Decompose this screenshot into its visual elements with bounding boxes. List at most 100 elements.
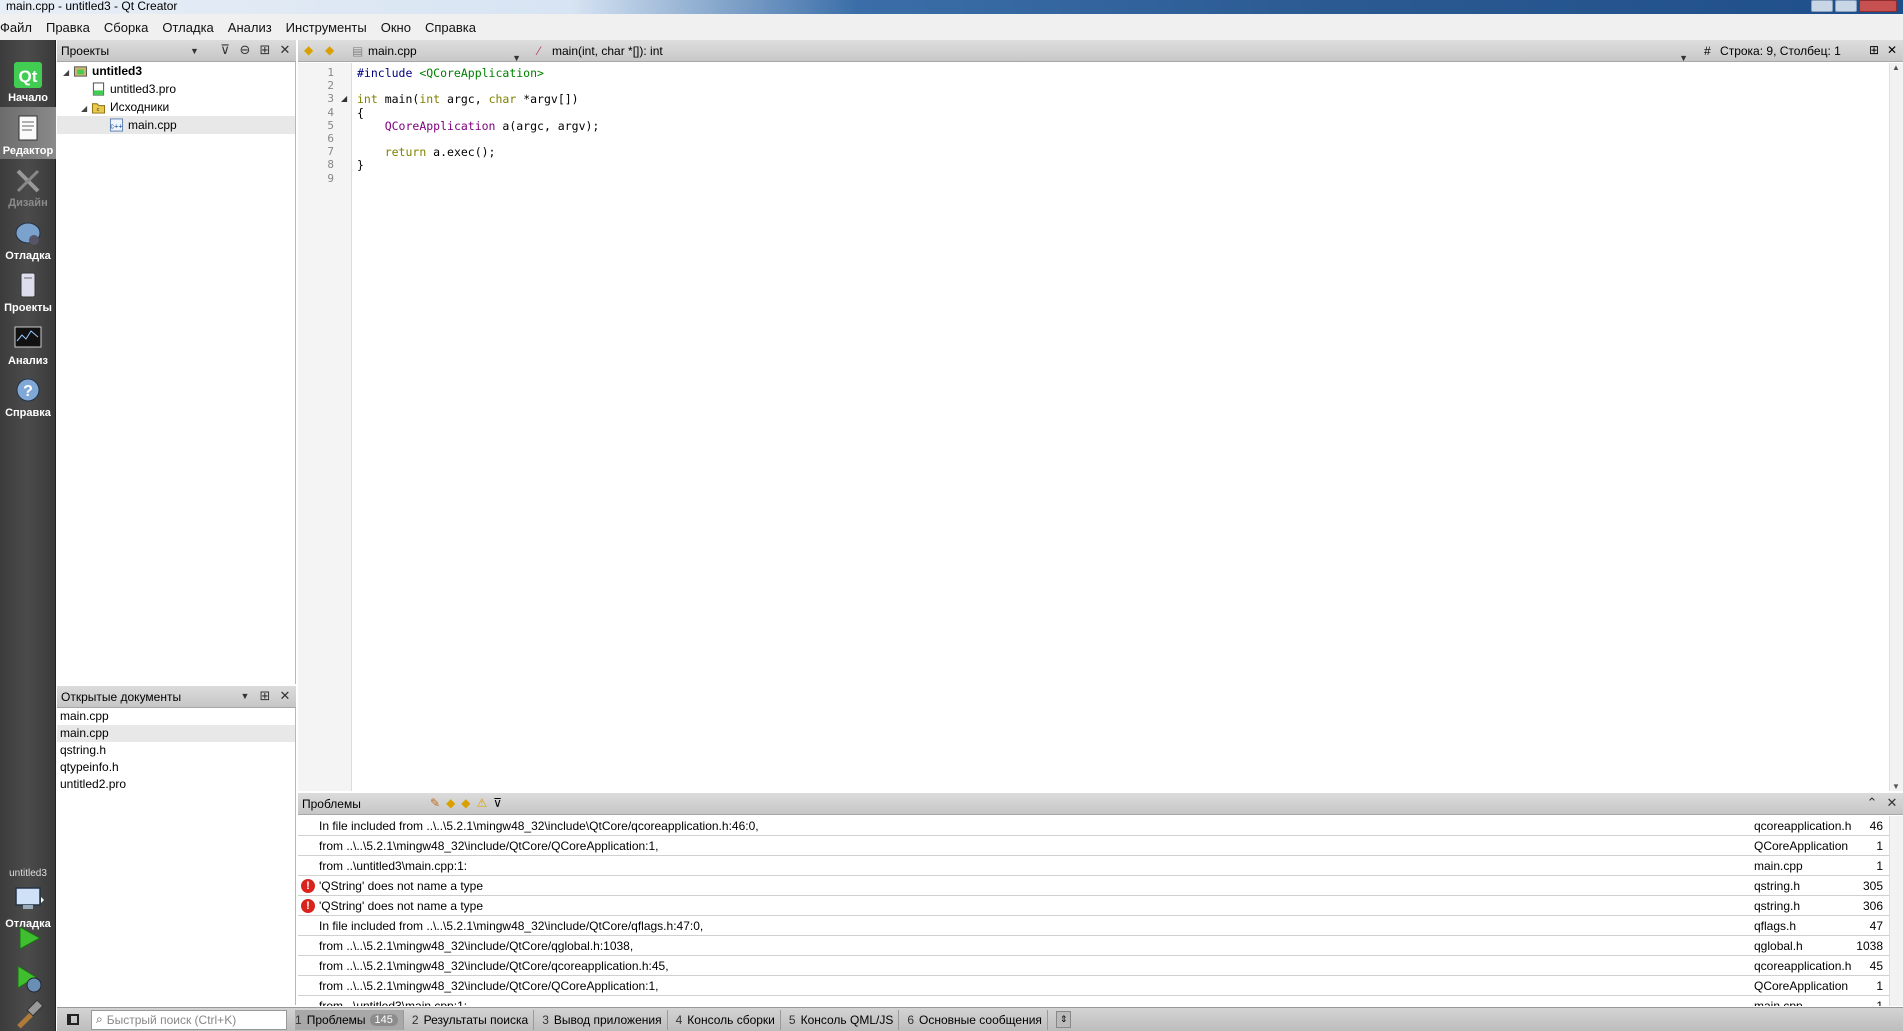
run-button[interactable]	[8, 920, 48, 956]
problem-row[interactable]: ! 'QString' does not name a type qstring.h…	[298, 876, 1889, 896]
menu-item[interactable]: Окно	[374, 20, 418, 35]
line-number: 4	[327, 105, 334, 119]
mode-help[interactable]: ? Справка	[0, 369, 56, 421]
mode-label: Справка	[5, 407, 51, 419]
debug-run-button[interactable]	[8, 960, 48, 996]
output-tab[interactable]: 1 Проблемы 145	[295, 1009, 404, 1030]
cursor-position[interactable]: # Строка: 9, Столбец: 1	[1704, 40, 1841, 62]
sidebar-icon	[67, 1014, 79, 1025]
problem-row[interactable]: In file included from ..\..\5.2.1\mingw4…	[298, 916, 1889, 936]
line-number: 9	[327, 171, 334, 185]
build-hammer-icon[interactable]	[8, 998, 48, 1031]
expand-arrow-icon[interactable]: ◢	[63, 64, 73, 82]
mode-qt-logo[interactable]: Qt Начало	[0, 54, 56, 106]
problem-row[interactable]: from ..\untitled3\main.cpp:1: main.cpp 1	[298, 856, 1889, 876]
output-tab[interactable]: 3 Вывод приложения	[542, 1009, 668, 1030]
dropdown-arrow-icon[interactable]: ▼	[238, 689, 252, 703]
output-tab[interactable]: 2 Результаты поиска	[412, 1009, 535, 1030]
menu-item[interactable]: Инструменты	[279, 20, 374, 35]
menu-item[interactable]: Справка	[418, 20, 483, 35]
view-dropdown-arrow-icon[interactable]: ▼	[190, 46, 199, 56]
menu-item[interactable]: Анализ	[221, 20, 279, 35]
code-token: main(	[377, 92, 420, 107]
projects-icon	[20, 272, 36, 298]
window-titlebar: main.cpp - untitled3 - Qt Creator	[0, 0, 1903, 14]
output-tab[interactable]: 5 Консоль QML/JS	[789, 1009, 900, 1030]
next-item-icon[interactable]: ◆	[461, 796, 470, 810]
open-document-item[interactable]: untitled2.pro	[57, 776, 295, 793]
open-document-item[interactable]: main.cpp	[57, 725, 295, 742]
close-panel-icon[interactable]: ✕	[1885, 796, 1899, 810]
clean-icon[interactable]: ✎	[430, 796, 440, 810]
filter-icon[interactable]: ⊽	[493, 796, 502, 810]
split-icon[interactable]: ⊞	[258, 43, 272, 57]
locator-input[interactable]: ⌕ Быстрый поиск (Ctrl+K)	[91, 1009, 287, 1030]
problem-line: 1	[1876, 839, 1883, 853]
tree-item[interactable]: c++ main.cpp	[57, 116, 295, 134]
forward-arrow-icon[interactable]: ◆	[325, 43, 334, 57]
kit-project-label: untitled3	[9, 868, 47, 879]
scroll-down-icon[interactable]: ▼	[1892, 782, 1900, 791]
tree-item[interactable]: untitled3.pro	[81, 80, 176, 98]
open-document-item[interactable]: qstring.h	[57, 742, 295, 759]
analyze-icon	[14, 326, 42, 347]
problems-scrollbar[interactable]	[1889, 816, 1903, 1006]
problem-row[interactable]: ! 'QString' does not name a type qstring.h…	[298, 896, 1889, 916]
file-selector[interactable]: ▤ main.cpp ▼	[350, 40, 525, 63]
problem-row[interactable]: from ..\..\5.2.1\mingw48_32\include/QtCo…	[298, 836, 1889, 856]
maximize-panel-icon[interactable]: ⌃	[1865, 796, 1879, 810]
more-tabs-icon[interactable]: ⇕	[1055, 1011, 1072, 1028]
problem-row[interactable]: from ..\..\5.2.1\mingw48_32\include/QtCo…	[298, 976, 1889, 996]
open-document-item[interactable]: qtypeinfo.h	[57, 759, 295, 776]
line-number: 8	[327, 158, 334, 172]
scroll-up-icon[interactable]: ▲	[1892, 63, 1900, 72]
code-token: *argv[])	[516, 92, 579, 107]
problem-row[interactable]: from ..\untitled3\main.cpp:1: main.cpp 1	[298, 996, 1889, 1006]
open-document-item[interactable]: main.cpp	[57, 708, 295, 725]
mode-analyze[interactable]: Анализ	[0, 317, 56, 369]
warning-filter-icon[interactable]: ⚠	[477, 796, 488, 810]
prev-item-icon[interactable]: ◆	[446, 796, 455, 810]
close-editor-icon[interactable]: ✕	[1887, 43, 1897, 57]
menu-item[interactable]: Сборка	[97, 20, 156, 35]
tab-label: Консоль QML/JS	[800, 1012, 894, 1027]
mode-debug[interactable]: Отладка	[0, 212, 56, 264]
menu-item[interactable]: Правка	[39, 20, 97, 35]
problem-file: qcoreapplication.h	[1754, 819, 1852, 833]
back-arrow-icon[interactable]: ◆	[304, 43, 313, 57]
editor-scrollbar[interactable]: ▲ ▼	[1889, 63, 1903, 791]
tab-label: Проблемы	[306, 1012, 366, 1027]
toggle-sidebar-button[interactable]	[61, 1010, 85, 1030]
output-tab[interactable]: 4 Консоль сборки	[676, 1009, 781, 1030]
search-icon: ⌕	[96, 1012, 103, 1026]
output-tab[interactable]: 6 Основные сообщения	[907, 1009, 1048, 1030]
line-number: 7	[327, 145, 334, 159]
mode-editor[interactable]: Редактор	[0, 106, 56, 159]
split-editor-icon[interactable]: ⊞	[1869, 43, 1879, 57]
sync-link-icon[interactable]: ⊖	[238, 43, 252, 57]
monitor-icon	[15, 887, 44, 909]
document-icon: ▤	[352, 44, 364, 58]
close-window-button[interactable]	[1859, 0, 1897, 12]
code-line: int main(int argc, char *argv[])	[357, 92, 579, 106]
problem-row[interactable]: In file included from ..\..\5.2.1\mingw4…	[298, 816, 1889, 836]
close-panel-icon[interactable]: ✕	[278, 43, 292, 57]
tree-item[interactable]: ◢ untitled3	[63, 62, 142, 80]
mode-label: Дизайн	[8, 197, 48, 209]
minimize-button[interactable]	[1811, 0, 1833, 12]
code-editor[interactable]: #include <QCoreApplication> int main(int …	[353, 63, 1889, 791]
problem-row[interactable]: from ..\..\5.2.1\mingw48_32\include/QtCo…	[298, 936, 1889, 956]
close-panel-icon[interactable]: ✕	[278, 689, 292, 703]
maximize-button[interactable]	[1835, 0, 1857, 12]
mode-label: Проекты	[4, 302, 52, 314]
fold-marker-icon[interactable]: ◢	[341, 94, 347, 103]
filter-icon[interactable]: ⊽	[218, 43, 232, 57]
problem-row[interactable]: from ..\..\5.2.1\mingw48_32\include/QtCo…	[298, 956, 1889, 976]
split-icon[interactable]: ⊞	[258, 689, 272, 703]
mode-projects[interactable]: Проекты	[0, 264, 56, 316]
symbol-selector[interactable]: ⁄ main(int, char *[]): int ▼	[536, 40, 1696, 63]
menu-item[interactable]: Отладка	[155, 20, 220, 35]
menu-item[interactable]: Файл	[0, 20, 39, 35]
tree-item[interactable]: ◢ c Исходники	[81, 98, 169, 116]
